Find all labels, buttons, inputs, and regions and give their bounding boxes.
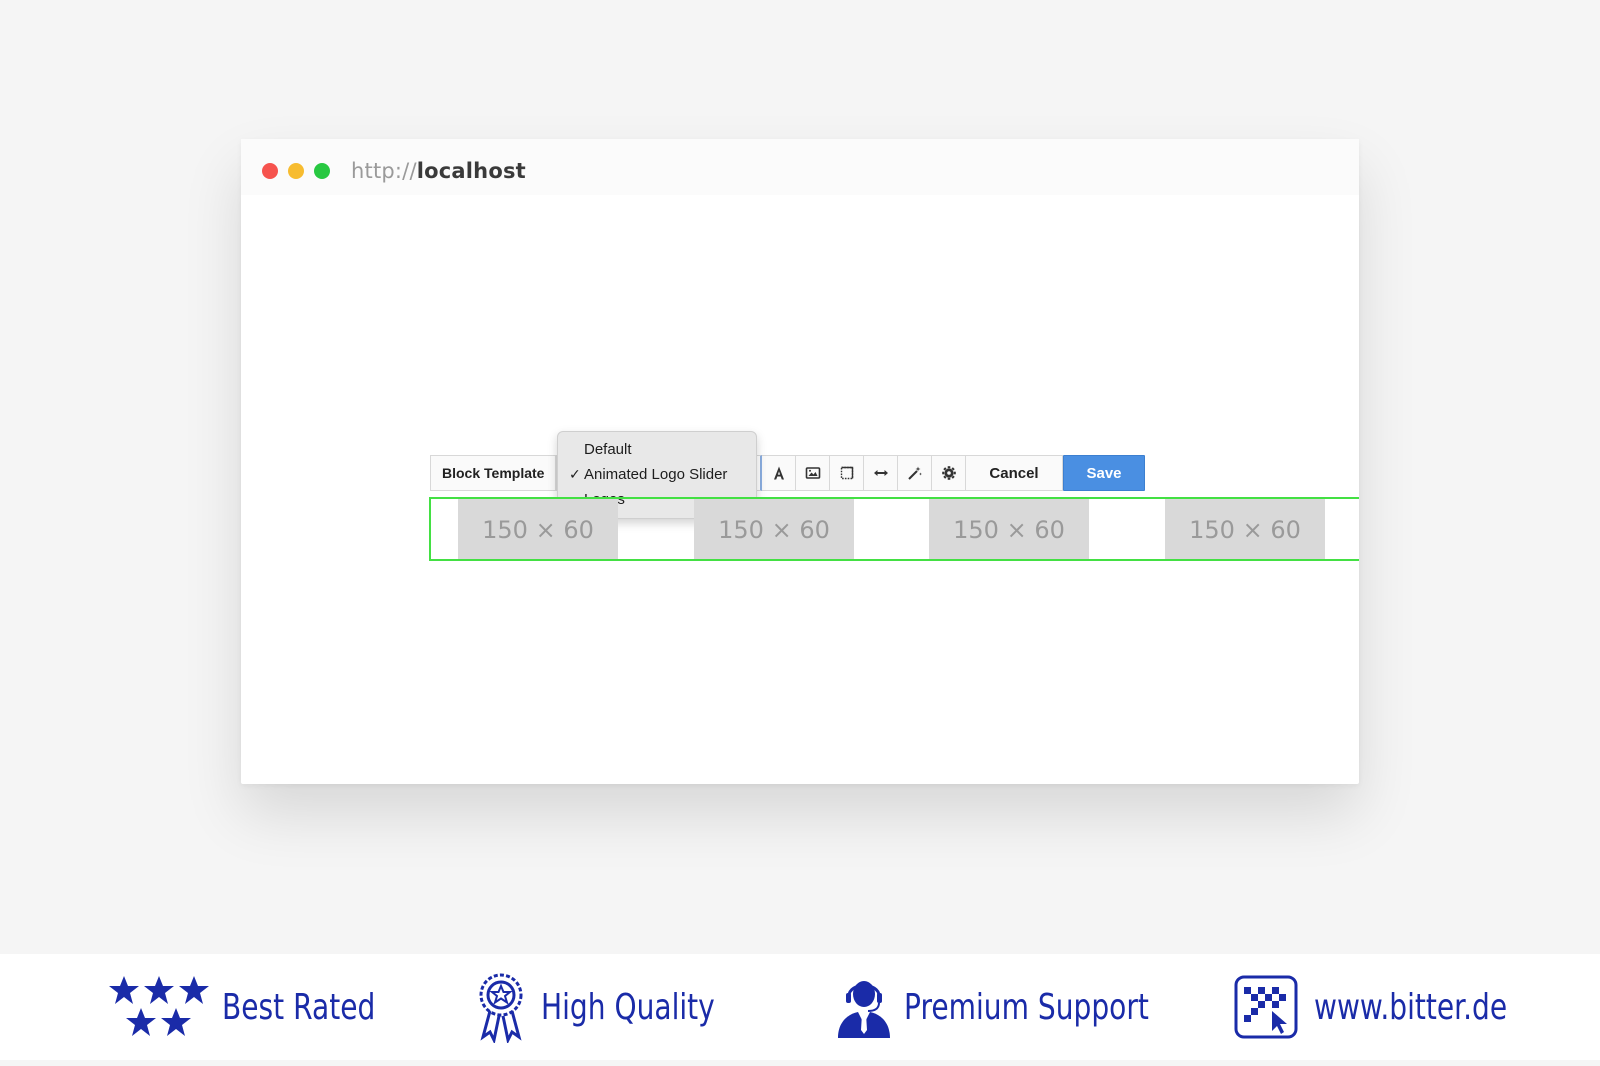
logo-placeholder: 150 × 60 bbox=[1165, 499, 1325, 559]
feature-premium-support: Premium Support bbox=[836, 954, 1218, 1060]
logo-placeholder: 150 × 60 bbox=[458, 499, 618, 559]
stars-icon bbox=[109, 976, 209, 1036]
feature-website[interactable]: www.bitter.de bbox=[1234, 954, 1562, 1060]
features-banner: Best Rated High Quality Premium Support … bbox=[0, 954, 1600, 1060]
width-button[interactable] bbox=[864, 455, 898, 491]
support-agent-icon bbox=[838, 981, 890, 1038]
margin-button[interactable] bbox=[830, 455, 864, 491]
save-button[interactable]: Save bbox=[1063, 455, 1145, 491]
image-icon bbox=[805, 467, 820, 479]
feature-high-quality: High Quality bbox=[475, 954, 764, 1060]
close-window-button[interactable] bbox=[262, 163, 278, 179]
dropdown-option-default[interactable]: Default bbox=[584, 438, 632, 462]
cancel-button[interactable]: Cancel bbox=[966, 455, 1063, 491]
magic-wand-icon bbox=[907, 466, 922, 480]
logo-slider-block[interactable]: 150 × 60 150 × 60 150 × 60 150 × 60 bbox=[429, 497, 1359, 561]
image-button[interactable] bbox=[796, 455, 830, 491]
logo-placeholder: 150 × 60 bbox=[694, 499, 854, 559]
address-bar[interactable]: http://localhost bbox=[351, 157, 526, 185]
font-button[interactable] bbox=[762, 455, 796, 491]
font-icon bbox=[773, 466, 784, 480]
feature-best-rated: Best Rated bbox=[108, 954, 419, 1060]
selected-check-icon: ✓ bbox=[569, 467, 581, 483]
settings-button[interactable] bbox=[932, 455, 966, 491]
logo-placeholder: 150 × 60 bbox=[929, 499, 1089, 559]
bitter-logo-icon bbox=[1234, 975, 1298, 1039]
maximize-window-button[interactable] bbox=[314, 163, 330, 179]
feature-label: High Quality bbox=[541, 986, 715, 1028]
url-protocol: http:// bbox=[351, 159, 417, 183]
award-ribbon-icon bbox=[479, 973, 523, 1043]
block-edit-toolbar: Block Template Cancel Save bbox=[430, 455, 1145, 491]
margin-box-icon bbox=[840, 466, 853, 480]
block-template-label: Block Template bbox=[430, 455, 556, 491]
feature-label: Best Rated bbox=[222, 986, 376, 1028]
dropdown-option-animated-logo-slider[interactable]: Animated Logo Slider bbox=[584, 463, 727, 487]
browser-title-bar: http://localhost bbox=[241, 139, 1359, 195]
gear-icon bbox=[941, 466, 956, 480]
url-host: localhost bbox=[416, 159, 526, 183]
feature-label: Premium Support bbox=[904, 986, 1149, 1028]
website-link[interactable]: www.bitter.de bbox=[1314, 987, 1507, 1028]
design-button[interactable] bbox=[898, 455, 932, 491]
minimize-window-button[interactable] bbox=[288, 163, 304, 179]
width-arrows-icon bbox=[873, 470, 888, 476]
